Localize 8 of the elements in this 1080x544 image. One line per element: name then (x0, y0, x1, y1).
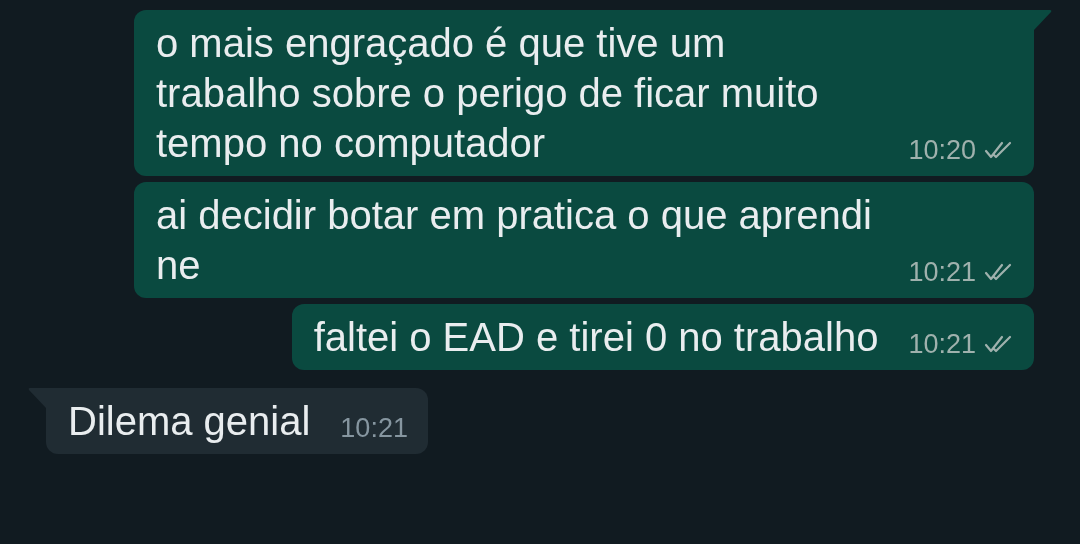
message-text: Dilema genial (68, 398, 311, 445)
message-time: 10:21 (908, 256, 976, 288)
message-time: 10:21 (340, 412, 408, 444)
message-time: 10:20 (908, 134, 976, 166)
message-text: o mais engraçado é que tive um trabalho sobre o perigo de ficar muito tempo no computador (156, 20, 820, 167)
message-text: ai decidir botar em pratica o que aprendi ne (156, 192, 873, 289)
message-time: 10:21 (908, 328, 976, 360)
message-text: faltei o EAD e tirei 0 no trabalho (313, 314, 879, 361)
